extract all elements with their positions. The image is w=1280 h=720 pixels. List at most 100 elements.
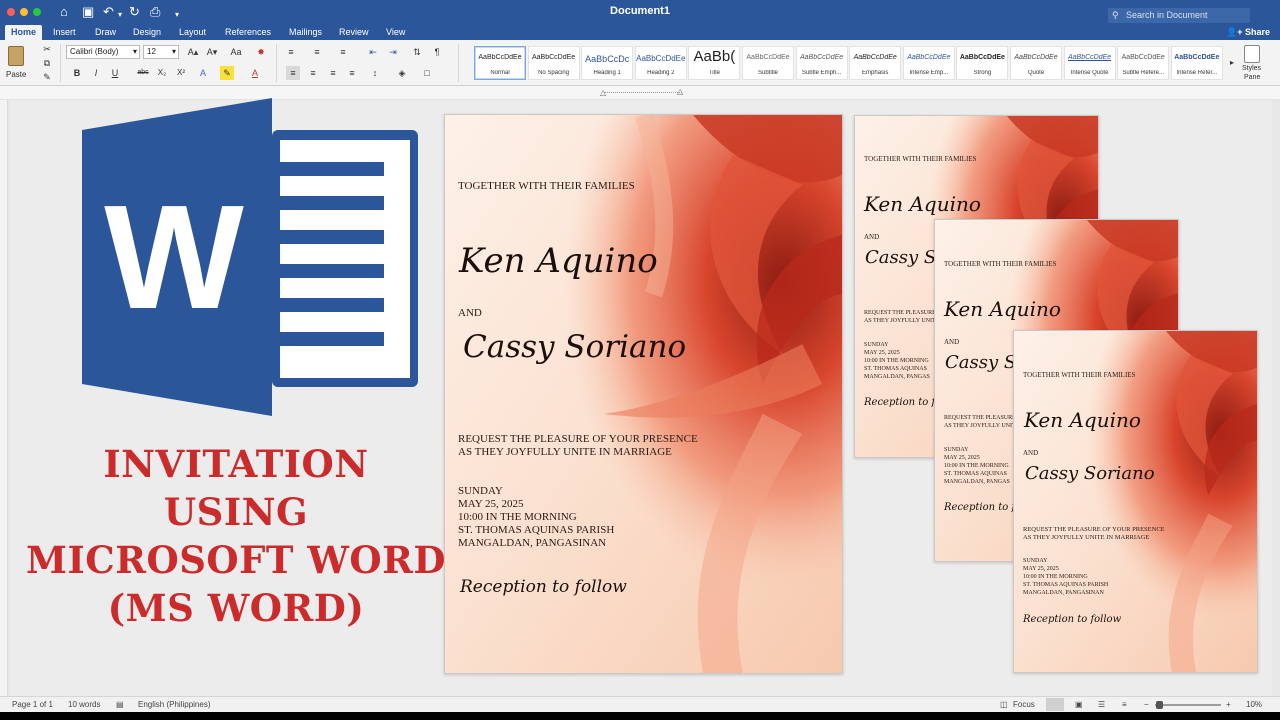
styles-pane-label-1: Styles: [1242, 65, 1262, 72]
format-painter-icon[interactable]: ✎: [40, 70, 54, 84]
document-canvas[interactable]: W INVITATION USING MICROSOFT WORD (MS WO…: [0, 98, 1280, 696]
proofing-icon[interactable]: ▤: [116, 700, 124, 709]
draft-view-icon[interactable]: ≡: [1122, 700, 1127, 709]
multilevel-list-icon[interactable]: ≡: [336, 45, 350, 59]
grow-font-icon[interactable]: A▴: [185, 45, 201, 59]
page-count[interactable]: Page 1 of 1: [12, 700, 53, 709]
tab-home[interactable]: Home: [5, 25, 43, 40]
style-emphasis[interactable]: AaBbCcDdEe Emphasis: [849, 46, 902, 80]
show-formatting-icon[interactable]: ¶: [430, 45, 444, 59]
style-normal[interactable]: AaBbCcDdEe Normal: [474, 46, 526, 80]
tab-design[interactable]: Design: [127, 25, 167, 40]
style-sample-text: AaBbCcDdEe: [636, 54, 686, 63]
invitation-card-large[interactable]: TOGETHER WITH THEIR FAMILIES Ken Aquino …: [444, 114, 843, 674]
share-button[interactable]: 👤+ Share: [1226, 25, 1270, 40]
bride-name: Cassy Soriano: [463, 329, 687, 365]
bride-name: Cassy Soriano: [1025, 463, 1155, 484]
copy-icon[interactable]: ⧉: [40, 56, 54, 70]
style-strong[interactable]: AaBbCcDdEe Strong: [956, 46, 1009, 80]
style-name-label: Normal: [490, 70, 510, 76]
change-case-icon[interactable]: Aa: [226, 45, 246, 59]
decrease-indent-icon[interactable]: ⇤: [366, 45, 380, 59]
style-heading-2[interactable]: AaBbCcDdEe Heading 2: [634, 46, 687, 80]
cut-icon[interactable]: ✂: [40, 42, 54, 56]
style-sample-text: AaBb(: [693, 48, 736, 65]
zoom-slider[interactable]: [1155, 704, 1221, 706]
style-name-label: Heading 1: [593, 70, 621, 76]
zoom-in-icon[interactable]: +: [1226, 700, 1231, 709]
style-title[interactable]: AaBb(Title: [688, 46, 741, 80]
tab-draw[interactable]: Draw: [89, 25, 122, 40]
justify-icon[interactable]: ≡: [345, 66, 359, 80]
increase-indent-icon[interactable]: ⇥: [386, 45, 400, 59]
underline-icon[interactable]: U: [108, 66, 122, 80]
align-right-icon[interactable]: ≡: [326, 66, 340, 80]
word-logo-line: [280, 230, 384, 244]
styles-pane-button[interactable]: Styles Pane: [1238, 45, 1268, 83]
borders-icon[interactable]: □: [420, 66, 434, 80]
superscript-icon[interactable]: X²: [174, 66, 188, 80]
word-logo-line: [280, 196, 384, 210]
paste-button[interactable]: Paste: [6, 44, 28, 82]
subscript-icon[interactable]: X₂: [155, 66, 169, 80]
styles-pane-label-2: Pane: [1244, 74, 1261, 81]
font-name-dropdown[interactable]: Calibri (Body) ▾: [66, 45, 140, 59]
ribbon: Paste ✂ ⧉ ✎ Calibri (Body) ▾ 12 ▾ A▴ A▾ …: [0, 40, 1280, 86]
highlight-color-icon[interactable]: ✎: [220, 66, 234, 80]
bullets-icon[interactable]: ≡: [284, 45, 298, 59]
style-name-label: Strong: [973, 70, 992, 76]
align-center-icon[interactable]: ≡: [306, 66, 320, 80]
style-quote[interactable]: AaBbCcDdEe Quote: [1010, 46, 1062, 80]
zoom-level[interactable]: 10%: [1246, 700, 1262, 709]
left-indent-marker[interactable]: △: [600, 88, 606, 97]
shading-icon[interactable]: ◈: [395, 66, 409, 80]
groom-name: Ken Aquino: [1024, 408, 1141, 432]
style-no-spacing[interactable]: AaBbCcDdEe No Spacing: [527, 46, 580, 80]
tab-insert[interactable]: Insert: [47, 25, 82, 40]
style-subtle-emph[interactable]: AaBbCcDdEe Subtle Emph...: [795, 46, 848, 80]
text-effects-icon[interactable]: A: [196, 66, 210, 80]
style-intense-quote[interactable]: AaBbCcDdEe Intense Quote: [1063, 46, 1116, 80]
clear-formatting-icon[interactable]: ✸: [254, 45, 268, 59]
word-count[interactable]: 10 words: [68, 700, 100, 709]
italic-icon[interactable]: I: [89, 66, 103, 80]
style-sample-text: AaBbCcDdEe: [1121, 54, 1165, 61]
style-subtitle[interactable]: AaBbCcDdEe Subtitle: [742, 46, 794, 80]
style-sample-text: AaBbCcDc: [585, 54, 630, 64]
promo-title-line: USING: [163, 490, 309, 534]
language-indicator[interactable]: English (Philippines): [138, 700, 210, 709]
word-logo-lines: [280, 140, 410, 378]
outline-view-icon[interactable]: ☰: [1098, 700, 1105, 709]
print-layout-view-icon[interactable]: [1046, 698, 1064, 711]
right-indent-marker[interactable]: △: [677, 87, 683, 96]
invitation-card-small-3[interactable]: TOGETHER WITH THEIR FAMILIES Ken Aquino …: [1013, 330, 1258, 673]
align-left-icon[interactable]: ≡: [286, 66, 300, 80]
tab-review[interactable]: Review: [333, 25, 375, 40]
focus-icon[interactable]: ◫: [1000, 700, 1008, 709]
numbering-icon[interactable]: ≡: [310, 45, 324, 59]
focus-label[interactable]: Focus: [1013, 700, 1035, 709]
style-intense-emp[interactable]: AaBbCcDdEe Intense Emp...: [902, 46, 955, 80]
tab-view[interactable]: View: [380, 25, 411, 40]
font-color-icon[interactable]: A: [248, 66, 262, 80]
request-line-1-partial: REQUEST THE PLEASURE O: [944, 415, 1022, 421]
line-spacing-icon[interactable]: ↕: [368, 66, 382, 80]
share-label: Share: [1244, 27, 1270, 37]
web-layout-view-icon[interactable]: ▣: [1075, 700, 1083, 709]
gallery-next-icon[interactable]: ▸: [1225, 56, 1239, 70]
zoom-out-icon[interactable]: −: [1144, 700, 1149, 709]
strikethrough-icon[interactable]: abc: [134, 66, 152, 80]
font-size-dropdown[interactable]: 12 ▾: [143, 45, 179, 59]
bold-icon[interactable]: B: [70, 66, 84, 80]
zoom-slider-thumb[interactable]: [1156, 701, 1163, 709]
vertical-ruler[interactable]: [0, 100, 8, 696]
shrink-font-icon[interactable]: A▾: [204, 45, 220, 59]
style-intense-refer[interactable]: AaBbCcDdEe Intense Refer...: [1170, 46, 1223, 80]
tab-references[interactable]: References: [219, 25, 277, 40]
sort-icon[interactable]: ⇅: [410, 45, 424, 59]
tab-mailings[interactable]: Mailings: [283, 25, 328, 40]
search-input[interactable]: ⚲ Search in Document: [1108, 8, 1250, 23]
tab-layout[interactable]: Layout: [173, 25, 212, 40]
style-subtle-refere[interactable]: AaBbCcDdEe Subtle Refere...: [1117, 46, 1170, 80]
style-heading-1[interactable]: AaBbCcDc Heading 1: [581, 46, 634, 80]
